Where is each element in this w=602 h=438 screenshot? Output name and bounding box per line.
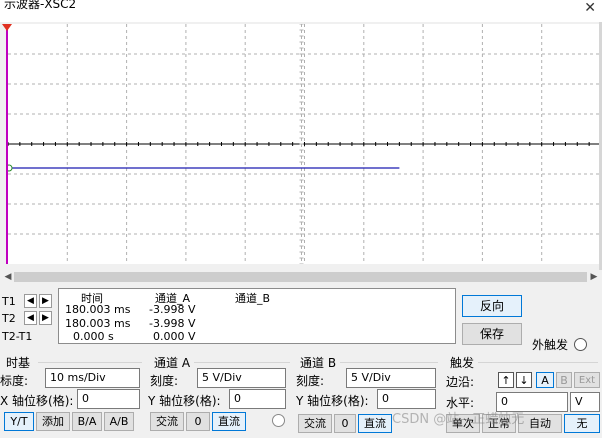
t2-left-button[interactable]: ◀ xyxy=(24,311,37,325)
trigger-edge-label: 边沿: xyxy=(446,375,475,389)
trigger-source-a-button[interactable]: A xyxy=(536,372,554,388)
channel-a-y-position-label: Y 轴位移(格): xyxy=(148,394,221,408)
ba-mode-button[interactable]: B/A xyxy=(72,412,102,431)
row-channel-a: 0.000 V xyxy=(153,330,196,343)
scroll-right-icon[interactable]: ▶ xyxy=(588,270,600,284)
channel-a-scale-input[interactable]: 5 V/Div xyxy=(197,368,286,388)
channel-a-ac-button[interactable]: 交流 xyxy=(150,412,184,431)
channel-a-group-label: 通道 A xyxy=(154,356,191,370)
ext-trigger-label: 外触发 xyxy=(532,338,569,352)
channel-b-dc-button[interactable]: 直流 xyxy=(358,414,392,433)
cursor-marker-top[interactable] xyxy=(2,21,12,31)
rising-edge-icon: ↑ xyxy=(501,374,511,387)
t2-t1-label: T2-T1 xyxy=(2,330,33,343)
scroll-left-icon[interactable]: ◀ xyxy=(2,270,14,284)
row-time: 180.003 ms xyxy=(65,317,131,330)
watermark: CSDN @站—正蜡烛无 xyxy=(392,412,525,427)
channel-b-zero-button[interactable]: 0 xyxy=(334,414,356,433)
auto-mode-button[interactable]: 自动 xyxy=(518,414,562,433)
channel-b-y-position-input[interactable]: 0 xyxy=(377,389,436,409)
channel-b-scale-label: 刻度: xyxy=(296,374,325,388)
t1-label: T1 xyxy=(2,295,16,308)
rising-edge-button[interactable]: ↑ xyxy=(498,372,514,388)
t1-left-button[interactable]: ◀ xyxy=(24,294,37,308)
falling-edge-icon: ↓ xyxy=(519,374,529,387)
horizontal-scrollbar[interactable]: ◀ ▶ xyxy=(0,270,602,284)
trace-origin-marker xyxy=(8,164,13,172)
oscilloscope-screen[interactable] xyxy=(6,24,599,264)
channel-a-zero-button[interactable]: 0 xyxy=(186,412,210,431)
t2-right-button[interactable]: ▶ xyxy=(39,311,52,325)
close-icon: ✕ xyxy=(584,0,596,16)
ab-mode-button[interactable]: A/B xyxy=(104,412,134,431)
channel-b-y-position-label: Y 轴位移(格): xyxy=(296,394,369,408)
save-button[interactable]: 保存 xyxy=(462,323,522,345)
reverse-button[interactable]: 反向 xyxy=(462,295,522,317)
timebase-scale-input[interactable]: 10 ms/Div xyxy=(45,368,140,388)
ext-trigger-radio[interactable] xyxy=(574,338,587,351)
close-button[interactable]: ✕ xyxy=(582,0,602,22)
none-mode-button[interactable]: 无 xyxy=(564,414,600,433)
trigger-level-unit[interactable]: V xyxy=(570,392,600,412)
row-channel-a: -3.998 V xyxy=(149,303,196,316)
header-channel-b: 通道_B xyxy=(235,292,271,305)
cursor-controls: T1 ◀ ▶ T2 ◀ ▶ T2-T1 xyxy=(2,294,56,344)
x-position-label: X 轴位移(格): xyxy=(0,394,74,408)
t1-right-button[interactable]: ▶ xyxy=(39,294,52,308)
add-mode-button[interactable]: 添加 xyxy=(36,412,70,431)
channel-a-y-position-input[interactable]: 0 xyxy=(229,389,286,409)
channel-a-dc-button[interactable]: 直流 xyxy=(212,412,246,431)
scope-display xyxy=(8,24,599,264)
arrow-left-icon: ◀ xyxy=(27,296,34,306)
arrow-left-icon: ◀ xyxy=(27,313,34,323)
channel-b-scale-input[interactable]: 5 V/Div xyxy=(346,368,436,388)
row-channel-a: -3.998 V xyxy=(149,317,196,330)
channel-b-ac-button[interactable]: 交流 xyxy=(298,414,332,433)
arrow-right-icon: ▶ xyxy=(42,296,49,306)
trigger-source-ext-button[interactable]: Ext xyxy=(574,372,600,388)
window-title: 示波器-XSC2 xyxy=(4,0,77,11)
channel-b-group-label: 通道 B xyxy=(300,356,337,370)
channel-a-scale-label: 刻度: xyxy=(150,374,179,388)
timebase-scale-label: 标度: xyxy=(0,374,29,388)
scrollbar-thumb[interactable] xyxy=(14,272,587,282)
row-time: 0.000 s xyxy=(73,330,114,343)
row-time: 180.003 ms xyxy=(65,303,131,316)
t2-label: T2 xyxy=(2,312,16,325)
trigger-group-label: 触发 xyxy=(450,356,475,370)
title-bar: 示波器-XSC2 ✕ xyxy=(0,0,602,22)
channel-a-radio[interactable] xyxy=(272,414,285,427)
timebase-group-label: 时基 xyxy=(6,356,31,370)
trigger-source-b-button[interactable]: B xyxy=(556,372,572,388)
falling-edge-button[interactable]: ↓ xyxy=(516,372,532,388)
arrow-right-icon: ▶ xyxy=(42,313,49,323)
measurement-table: 时间 通道_A 通道_B 180.003 ms -3.998 V 180.003… xyxy=(58,288,456,344)
yt-mode-button[interactable]: Y/T xyxy=(4,412,34,431)
x-position-input[interactable]: 0 xyxy=(77,389,140,409)
